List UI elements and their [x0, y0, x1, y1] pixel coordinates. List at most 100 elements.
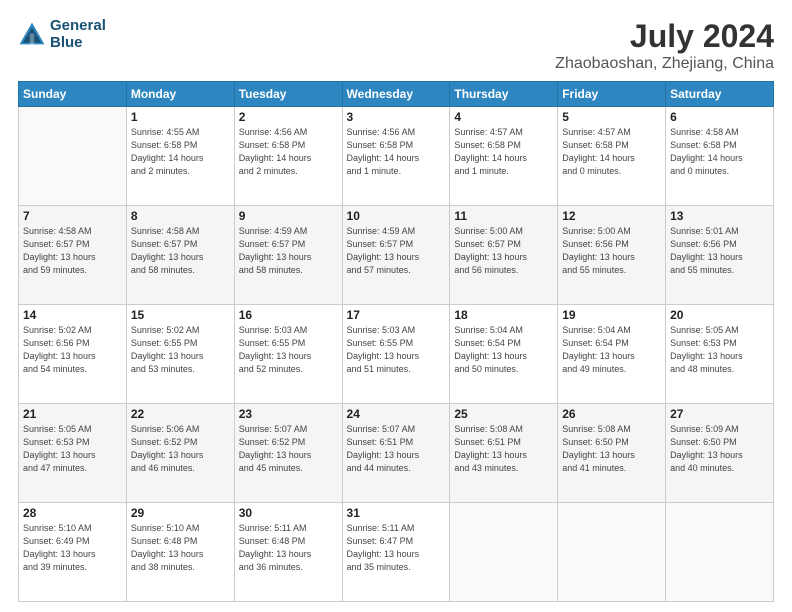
- day-number: 23: [239, 407, 338, 421]
- calendar-day-cell: [450, 503, 558, 602]
- calendar-week-row: 28Sunrise: 5:10 AM Sunset: 6:49 PM Dayli…: [19, 503, 774, 602]
- logo-icon: [18, 21, 46, 49]
- calendar-day-cell: 18 Sunrise: 5:04 AM Sunset: 6:54 PM Dayli…: [450, 305, 558, 404]
- calendar-day-cell: 17 Sunrise: 5:03 AM Sunset: 6:55 PM Dayli…: [342, 305, 450, 404]
- calendar-day-cell: 8Sunrise: 4:58 AM Sunset: 6:57 PM Daylig…: [126, 206, 234, 305]
- calendar-day-cell: 28Sunrise: 5:10 AM Sunset: 6:49 PM Dayli…: [19, 503, 127, 602]
- day-info: Sunrise: 5:03 AM Sunset: 6:55 PM Dayligh…: [239, 324, 338, 376]
- day-info: Sunrise: 5:04 AM Sunset: 6:54 PM Dayligh…: [562, 324, 661, 376]
- day-number: 16: [239, 308, 338, 322]
- day-number: 6: [670, 110, 769, 124]
- day-info: Sunrise: 5:03 AM Sunset: 6:55 PM Dayligh…: [347, 324, 446, 376]
- logo-text: General Blue: [50, 18, 106, 51]
- day-number: 26: [562, 407, 661, 421]
- day-number: 18: [454, 308, 553, 322]
- calendar-body: 1 Sunrise: 4:55 AM Sunset: 6:58 PM Daylig…: [19, 107, 774, 602]
- day-info: Sunrise: 4:59 AM Sunset: 6:57 PM Dayligh…: [239, 225, 338, 277]
- calendar-day-cell: 1 Sunrise: 4:55 AM Sunset: 6:58 PM Daylig…: [126, 107, 234, 206]
- day-info: Sunrise: 4:56 AM Sunset: 6:58 PM Dayligh…: [239, 126, 338, 178]
- day-info: Sunrise: 5:09 AM Sunset: 6:50 PM Dayligh…: [670, 423, 769, 475]
- day-number: 2: [239, 110, 338, 124]
- day-info: Sunrise: 5:00 AM Sunset: 6:57 PM Dayligh…: [454, 225, 553, 277]
- calendar-week-row: 7 Sunrise: 4:58 AM Sunset: 6:57 PM Daylig…: [19, 206, 774, 305]
- day-info: Sunrise: 5:05 AM Sunset: 6:53 PM Dayligh…: [670, 324, 769, 376]
- day-number: 15: [131, 308, 230, 322]
- day-number: 29: [131, 506, 230, 520]
- calendar-day-cell: 6 Sunrise: 4:58 AM Sunset: 6:58 PM Daylig…: [666, 107, 774, 206]
- calendar-header-row: SundayMondayTuesdayWednesdayThursdayFrid…: [19, 82, 774, 107]
- calendar-day-cell: 12 Sunrise: 5:00 AM Sunset: 6:56 PM Dayli…: [558, 206, 666, 305]
- day-header-friday: Friday: [558, 82, 666, 107]
- day-info: Sunrise: 4:56 AM Sunset: 6:58 PM Dayligh…: [347, 126, 446, 178]
- day-info: Sunrise: 4:59 AM Sunset: 6:57 PM Dayligh…: [347, 225, 446, 277]
- calendar-day-cell: 29 Sunrise: 5:10 AM Sunset: 6:48 PM Dayli…: [126, 503, 234, 602]
- calendar-day-cell: 27 Sunrise: 5:09 AM Sunset: 6:50 PM Dayli…: [666, 404, 774, 503]
- day-info: Sunrise: 5:00 AM Sunset: 6:56 PM Dayligh…: [562, 225, 661, 277]
- day-header-thursday: Thursday: [450, 82, 558, 107]
- day-info: Sunrise: 4:58 AM Sunset: 6:57 PM Dayligh…: [23, 225, 122, 277]
- day-info: Sunrise: 5:06 AM Sunset: 6:52 PM Dayligh…: [131, 423, 230, 475]
- calendar-day-cell: 23 Sunrise: 5:07 AM Sunset: 6:52 PM Dayli…: [234, 404, 342, 503]
- calendar-day-cell: 30Sunrise: 5:11 AM Sunset: 6:48 PM Dayli…: [234, 503, 342, 602]
- day-number: 27: [670, 407, 769, 421]
- day-info: Sunrise: 5:04 AM Sunset: 6:54 PM Dayligh…: [454, 324, 553, 376]
- title-block: July 2024 Zhaobaoshan, Zhejiang, China: [555, 18, 774, 73]
- calendar-day-cell: 15 Sunrise: 5:02 AM Sunset: 6:55 PM Dayli…: [126, 305, 234, 404]
- day-info: Sunrise: 5:05 AM Sunset: 6:53 PM Dayligh…: [23, 423, 122, 475]
- day-number: 10: [347, 209, 446, 223]
- day-info: Sunrise: 4:58 AM Sunset: 6:58 PM Dayligh…: [670, 126, 769, 178]
- day-info: Sunrise: 5:10 AM Sunset: 6:48 PM Dayligh…: [131, 522, 230, 574]
- calendar-day-cell: 16 Sunrise: 5:03 AM Sunset: 6:55 PM Dayli…: [234, 305, 342, 404]
- calendar-day-cell: 24 Sunrise: 5:07 AM Sunset: 6:51 PM Dayli…: [342, 404, 450, 503]
- day-number: 19: [562, 308, 661, 322]
- calendar-day-cell: 19 Sunrise: 5:04 AM Sunset: 6:54 PM Dayli…: [558, 305, 666, 404]
- day-info: Sunrise: 4:58 AM Sunset: 6:57 PM Dayligh…: [131, 225, 230, 277]
- calendar-day-cell: 2 Sunrise: 4:56 AM Sunset: 6:58 PM Daylig…: [234, 107, 342, 206]
- day-number: 4: [454, 110, 553, 124]
- calendar-day-cell: 7 Sunrise: 4:58 AM Sunset: 6:57 PM Daylig…: [19, 206, 127, 305]
- day-header-tuesday: Tuesday: [234, 82, 342, 107]
- day-info: Sunrise: 5:08 AM Sunset: 6:51 PM Dayligh…: [454, 423, 553, 475]
- day-number: 14: [23, 308, 122, 322]
- main-title: July 2024: [555, 18, 774, 55]
- logo-line2: Blue: [50, 35, 106, 52]
- day-info: Sunrise: 5:02 AM Sunset: 6:55 PM Dayligh…: [131, 324, 230, 376]
- day-number: 7: [23, 209, 122, 223]
- calendar-day-cell: 10 Sunrise: 4:59 AM Sunset: 6:57 PM Dayli…: [342, 206, 450, 305]
- day-number: 1: [131, 110, 230, 124]
- calendar-day-cell: [558, 503, 666, 602]
- day-number: 28: [23, 506, 122, 520]
- calendar-table: SundayMondayTuesdayWednesdayThursdayFrid…: [18, 81, 774, 602]
- calendar-day-cell: 5 Sunrise: 4:57 AM Sunset: 6:58 PM Daylig…: [558, 107, 666, 206]
- calendar-day-cell: 31Sunrise: 5:11 AM Sunset: 6:47 PM Dayli…: [342, 503, 450, 602]
- day-number: 24: [347, 407, 446, 421]
- day-info: Sunrise: 4:57 AM Sunset: 6:58 PM Dayligh…: [562, 126, 661, 178]
- day-number: 17: [347, 308, 446, 322]
- page: General Blue July 2024 Zhaobaoshan, Zhej…: [0, 0, 792, 612]
- day-info: Sunrise: 4:55 AM Sunset: 6:58 PM Dayligh…: [131, 126, 230, 178]
- calendar-day-cell: [19, 107, 127, 206]
- day-header-monday: Monday: [126, 82, 234, 107]
- day-info: Sunrise: 4:57 AM Sunset: 6:58 PM Dayligh…: [454, 126, 553, 178]
- calendar-week-row: 14Sunrise: 5:02 AM Sunset: 6:56 PM Dayli…: [19, 305, 774, 404]
- day-number: 5: [562, 110, 661, 124]
- logo: General Blue: [18, 18, 106, 51]
- day-number: 13: [670, 209, 769, 223]
- calendar-week-row: 21 Sunrise: 5:05 AM Sunset: 6:53 PM Dayli…: [19, 404, 774, 503]
- day-info: Sunrise: 5:01 AM Sunset: 6:56 PM Dayligh…: [670, 225, 769, 277]
- day-info: Sunrise: 5:07 AM Sunset: 6:52 PM Dayligh…: [239, 423, 338, 475]
- calendar-day-cell: 9Sunrise: 4:59 AM Sunset: 6:57 PM Daylig…: [234, 206, 342, 305]
- day-info: Sunrise: 5:11 AM Sunset: 6:48 PM Dayligh…: [239, 522, 338, 574]
- day-number: 3: [347, 110, 446, 124]
- day-number: 12: [562, 209, 661, 223]
- day-number: 21: [23, 407, 122, 421]
- day-number: 11: [454, 209, 553, 223]
- header: General Blue July 2024 Zhaobaoshan, Zhej…: [18, 18, 774, 73]
- day-header-wednesday: Wednesday: [342, 82, 450, 107]
- day-header-sunday: Sunday: [19, 82, 127, 107]
- day-info: Sunrise: 5:11 AM Sunset: 6:47 PM Dayligh…: [347, 522, 446, 574]
- day-info: Sunrise: 5:08 AM Sunset: 6:50 PM Dayligh…: [562, 423, 661, 475]
- day-info: Sunrise: 5:07 AM Sunset: 6:51 PM Dayligh…: [347, 423, 446, 475]
- calendar-day-cell: 13 Sunrise: 5:01 AM Sunset: 6:56 PM Dayli…: [666, 206, 774, 305]
- day-header-saturday: Saturday: [666, 82, 774, 107]
